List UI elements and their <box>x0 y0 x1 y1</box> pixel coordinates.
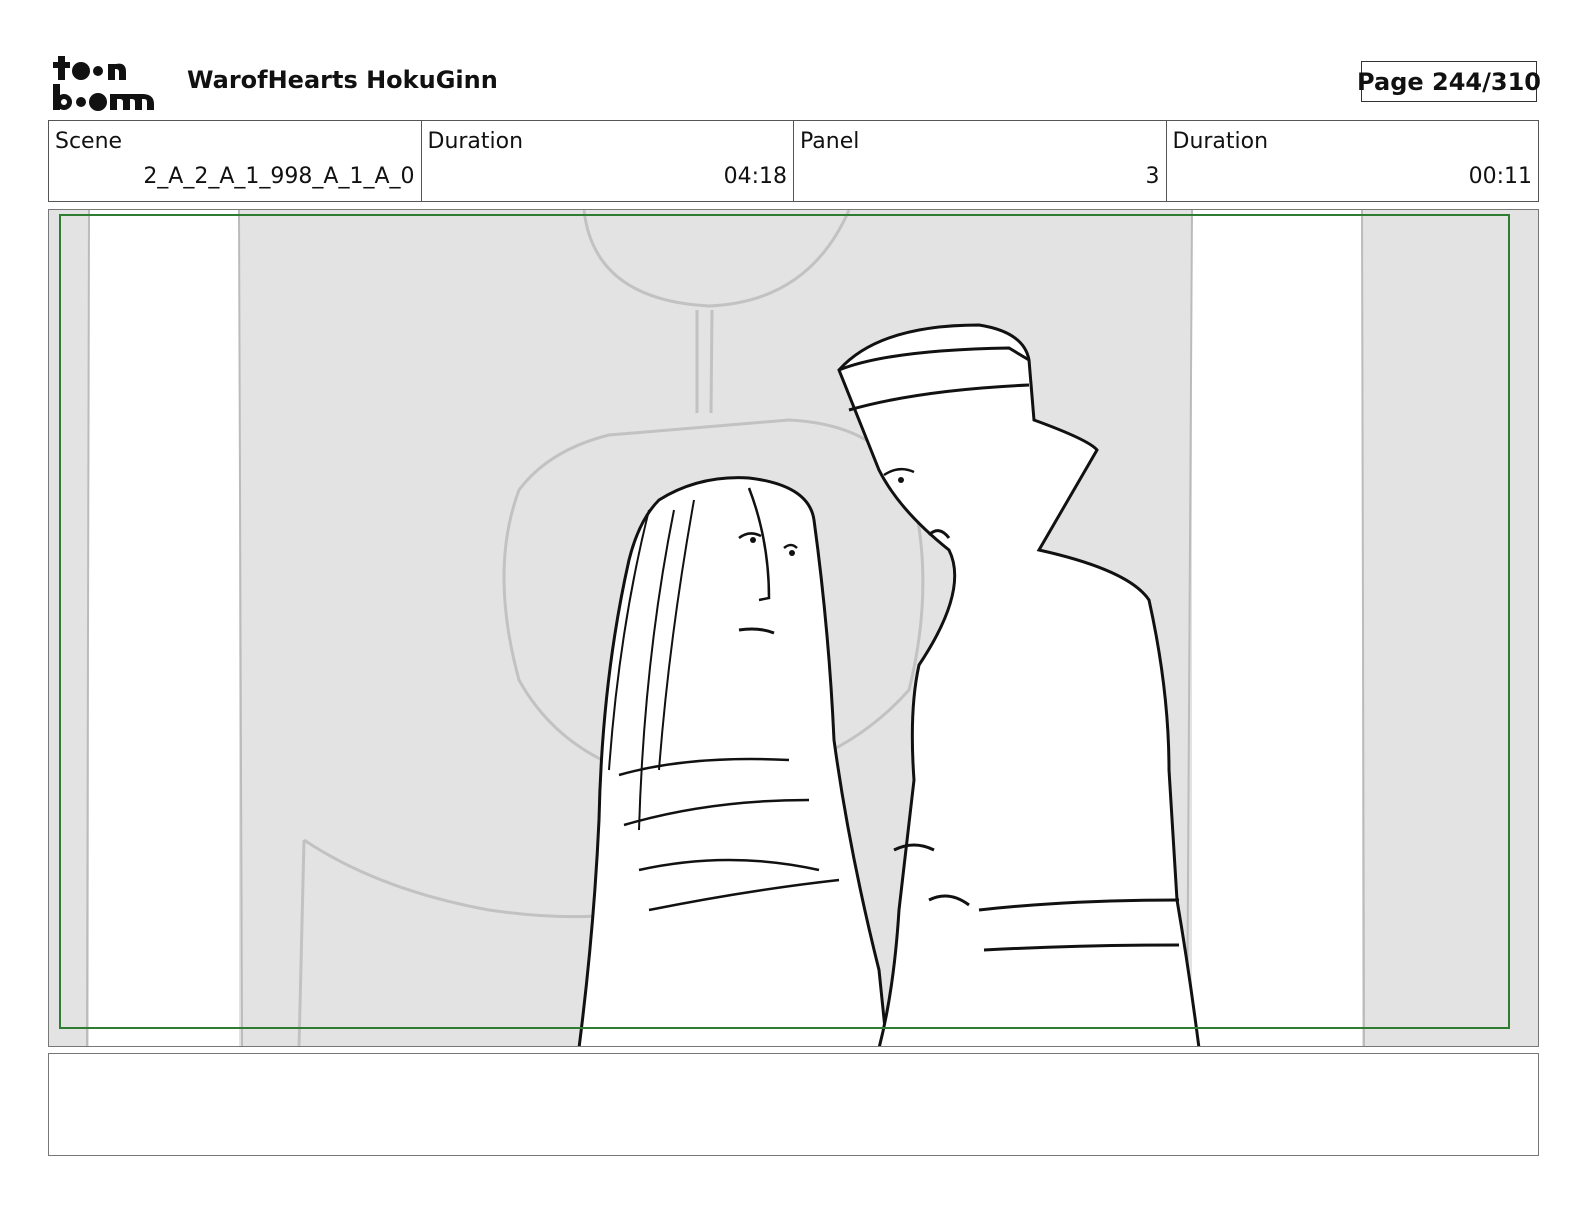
scene-label: Scene <box>55 129 123 154</box>
storyboard-panel <box>48 209 1539 1047</box>
panel-duration-cell: Duration 00:11 <box>1167 121 1539 201</box>
scene-duration-label: Duration <box>427 129 524 154</box>
page-indicator: Page 244/310 <box>1357 61 1541 102</box>
scene-duration-value: 04:18 <box>723 164 787 189</box>
project-title: WarofHearts HokuGinn <box>187 66 498 94</box>
scene-value: 2_A_2_A_1_998_A_1_A_0 <box>143 164 415 189</box>
scene-info-table: Scene 2_A_2_A_1_998_A_1_A_0 Duration 04:… <box>48 120 1539 202</box>
panel-label: Panel <box>800 129 860 154</box>
logo-graphic <box>53 56 154 111</box>
panel-value: 3 <box>1145 164 1160 189</box>
panel-cell: Panel 3 <box>794 121 1167 201</box>
panel-sketch <box>49 210 1538 1046</box>
panel-duration-value: 00:11 <box>1468 164 1532 189</box>
toonboom-logo-icon <box>50 52 164 114</box>
scene-duration-cell: Duration 04:18 <box>422 121 794 201</box>
panel-duration-label: Duration <box>1172 129 1269 154</box>
scene-cell: Scene 2_A_2_A_1_998_A_1_A_0 <box>49 121 422 201</box>
panel-notes <box>48 1053 1539 1156</box>
